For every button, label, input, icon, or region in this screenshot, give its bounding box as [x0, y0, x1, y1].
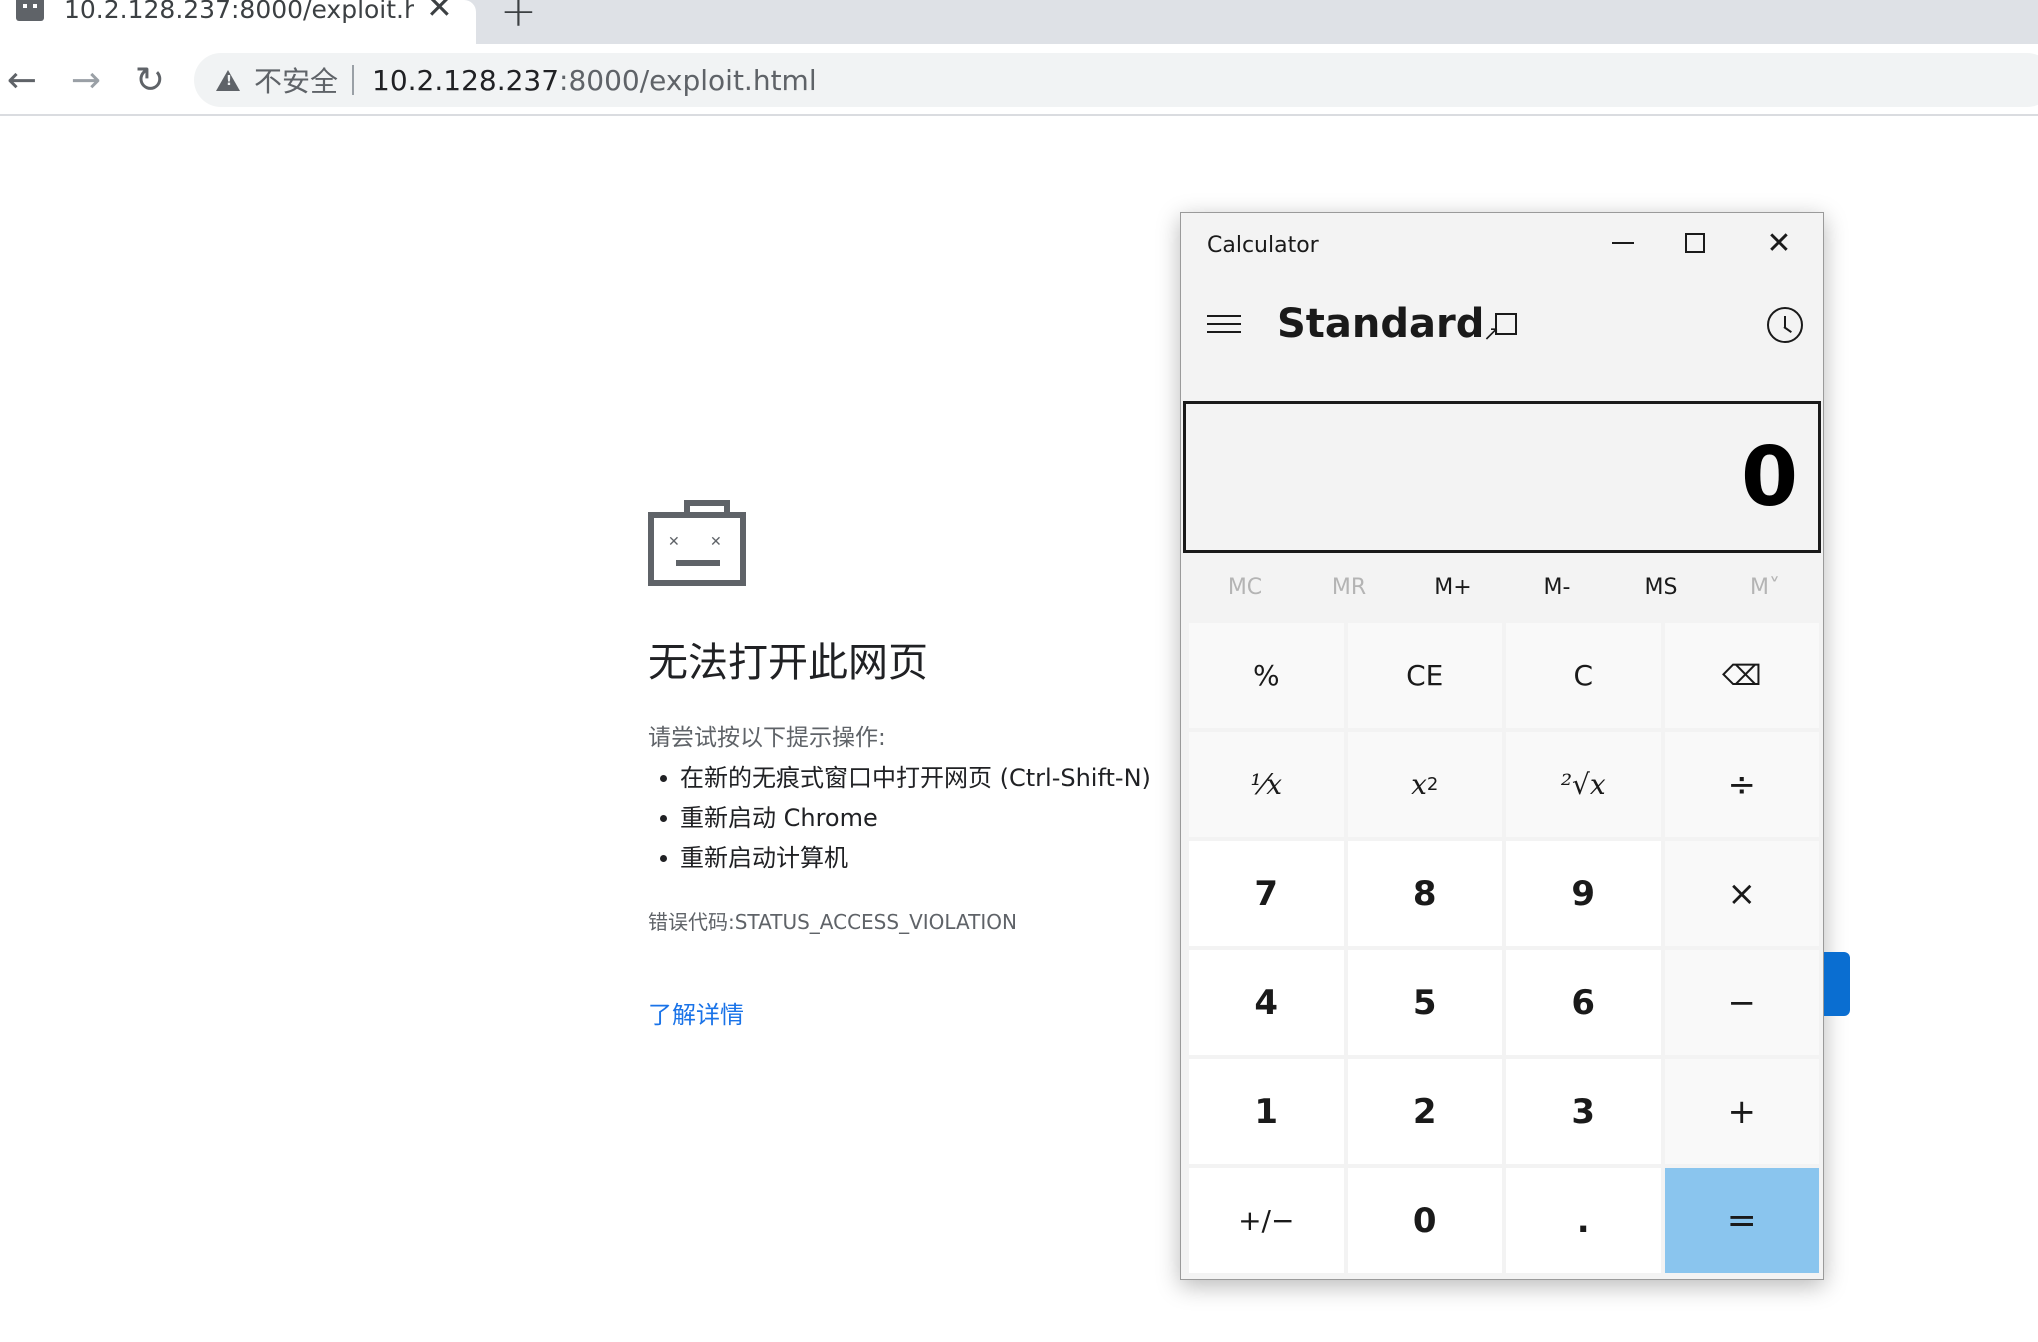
- window-title: Calculator: [1207, 233, 1319, 258]
- backspace-icon: ⌫: [1721, 659, 1762, 692]
- tab-close-icon[interactable]: ✕: [426, 0, 453, 26]
- keypad: % CE C ⌫ ⅟x x2 ²√x ÷ 7 8 9 × 4 5 6 − 1 2…: [1189, 623, 1819, 1273]
- address-separator: [352, 65, 355, 95]
- reciprocal-label: ⅟x: [1250, 768, 1283, 801]
- clear-entry-button[interactable]: CE: [1347, 623, 1502, 728]
- new-tab-button[interactable]: +: [500, 0, 537, 37]
- digit-4-button[interactable]: 4: [1189, 950, 1344, 1055]
- memory-clear-button[interactable]: MC: [1193, 565, 1297, 611]
- digit-7-button[interactable]: 7: [1189, 841, 1344, 946]
- maximize-button[interactable]: [1665, 221, 1725, 265]
- square-root-label: ²√x: [1560, 768, 1606, 801]
- sad-tab-favicon-icon: [16, 0, 44, 21]
- square-base: x: [1411, 768, 1427, 801]
- divide-button[interactable]: ÷: [1664, 732, 1819, 837]
- learn-more-link[interactable]: 了解详情: [648, 995, 1208, 1030]
- mode-title: Standard: [1277, 301, 1485, 347]
- digit-5-button[interactable]: 5: [1347, 950, 1502, 1055]
- calculator-window: Calculator ✕ Standard ↗ 0 MC MR M+ M- MS…: [1180, 212, 1824, 1280]
- keep-on-top-icon[interactable]: ↗: [1483, 313, 1517, 343]
- tab-title: 10.2.128.237:8000/exploit.html: [64, 0, 414, 24]
- digit-9-button[interactable]: 9: [1506, 841, 1661, 946]
- memory-store-button[interactable]: MS: [1609, 565, 1713, 611]
- digit-6-button[interactable]: 6: [1506, 950, 1661, 1055]
- browser-toolbar: ← → ↻ 不安全 10.2.128.237:8000/exploit.html: [0, 44, 2038, 116]
- memory-subtract-button[interactable]: M-: [1505, 565, 1609, 611]
- warning-icon[interactable]: [216, 69, 240, 91]
- digit-8-button[interactable]: 8: [1347, 841, 1502, 946]
- negate-button[interactable]: +/−: [1189, 1168, 1344, 1273]
- error-page: ✕ ✕ 无法打开此网页 请尝试按以下提示操作: 在新的无痕式窗口中打开网页 (C…: [648, 500, 1208, 1030]
- suggestion-item: 重新启动 Chrome: [648, 798, 1208, 838]
- digit-3-button[interactable]: 3: [1506, 1059, 1661, 1164]
- memory-list-button[interactable]: M˅: [1713, 565, 1817, 611]
- suggestion-item: 重新启动计算机: [648, 838, 1208, 878]
- suggestion-item: 在新的无痕式窗口中打开网页 (Ctrl-Shift-N): [648, 758, 1208, 798]
- suggestion-list: 在新的无痕式窗口中打开网页 (Ctrl-Shift-N) 重新启动 Chrome…: [648, 758, 1208, 878]
- close-button[interactable]: ✕: [1749, 221, 1809, 265]
- display-value: 0: [1740, 429, 1798, 525]
- digit-1-button[interactable]: 1: [1189, 1059, 1344, 1164]
- decimal-button[interactable]: .: [1506, 1168, 1661, 1273]
- back-button[interactable]: ←: [0, 58, 44, 102]
- address-bar[interactable]: 不安全 10.2.128.237:8000/exploit.html: [194, 53, 2038, 107]
- equals-button[interactable]: =: [1664, 1168, 1819, 1273]
- tab-strip: 10.2.128.237:8000/exploit.html ✕ +: [0, 0, 2038, 44]
- percent-button[interactable]: %: [1189, 623, 1344, 728]
- memory-recall-button[interactable]: MR: [1297, 565, 1401, 611]
- url-host: 10.2.128.237: [372, 63, 560, 97]
- memory-add-button[interactable]: M+: [1401, 565, 1505, 611]
- close-icon: ✕: [1766, 225, 1792, 261]
- url-path: :8000/exploit.html: [559, 63, 817, 97]
- security-label[interactable]: 不安全: [254, 60, 338, 100]
- minimize-icon: [1612, 242, 1634, 244]
- square-button[interactable]: x2: [1347, 732, 1502, 837]
- reciprocal-button[interactable]: ⅟x: [1189, 732, 1344, 837]
- multiply-button[interactable]: ×: [1664, 841, 1819, 946]
- digit-2-button[interactable]: 2: [1347, 1059, 1502, 1164]
- backspace-button[interactable]: ⌫: [1664, 623, 1819, 728]
- clear-button[interactable]: C: [1506, 623, 1661, 728]
- error-title: 无法打开此网页: [648, 640, 928, 686]
- calculator-display: 0: [1183, 401, 1821, 553]
- subtract-button[interactable]: −: [1664, 950, 1819, 1055]
- square-exponent: 2: [1426, 774, 1439, 795]
- history-icon[interactable]: [1767, 307, 1803, 343]
- calculator-header: Standard ↗: [1181, 293, 1825, 363]
- square-root-button[interactable]: ²√x: [1506, 732, 1661, 837]
- minimize-button[interactable]: [1593, 221, 1653, 265]
- error-code: 错误代码:STATUS_ACCESS_VIOLATION: [648, 910, 1017, 934]
- calculator-titlebar[interactable]: Calculator ✕: [1181, 213, 1825, 275]
- menu-icon[interactable]: [1207, 309, 1241, 339]
- browser-tab[interactable]: 10.2.128.237:8000/exploit.html ✕: [0, 0, 476, 44]
- reload-button[interactable]: ↻: [128, 58, 172, 102]
- url-text[interactable]: 10.2.128.237:8000/exploit.html: [372, 64, 817, 97]
- side-accent-tab[interactable]: [1824, 952, 1850, 1016]
- memory-row: MC MR M+ M- MS M˅: [1193, 565, 1817, 611]
- sad-tab-icon: ✕ ✕: [648, 500, 746, 586]
- forward-button[interactable]: →: [64, 58, 108, 102]
- error-hint: 请尝试按以下提示操作:: [648, 725, 886, 751]
- maximize-icon: [1685, 233, 1705, 253]
- digit-0-button[interactable]: 0: [1347, 1168, 1502, 1273]
- add-button[interactable]: +: [1664, 1059, 1819, 1164]
